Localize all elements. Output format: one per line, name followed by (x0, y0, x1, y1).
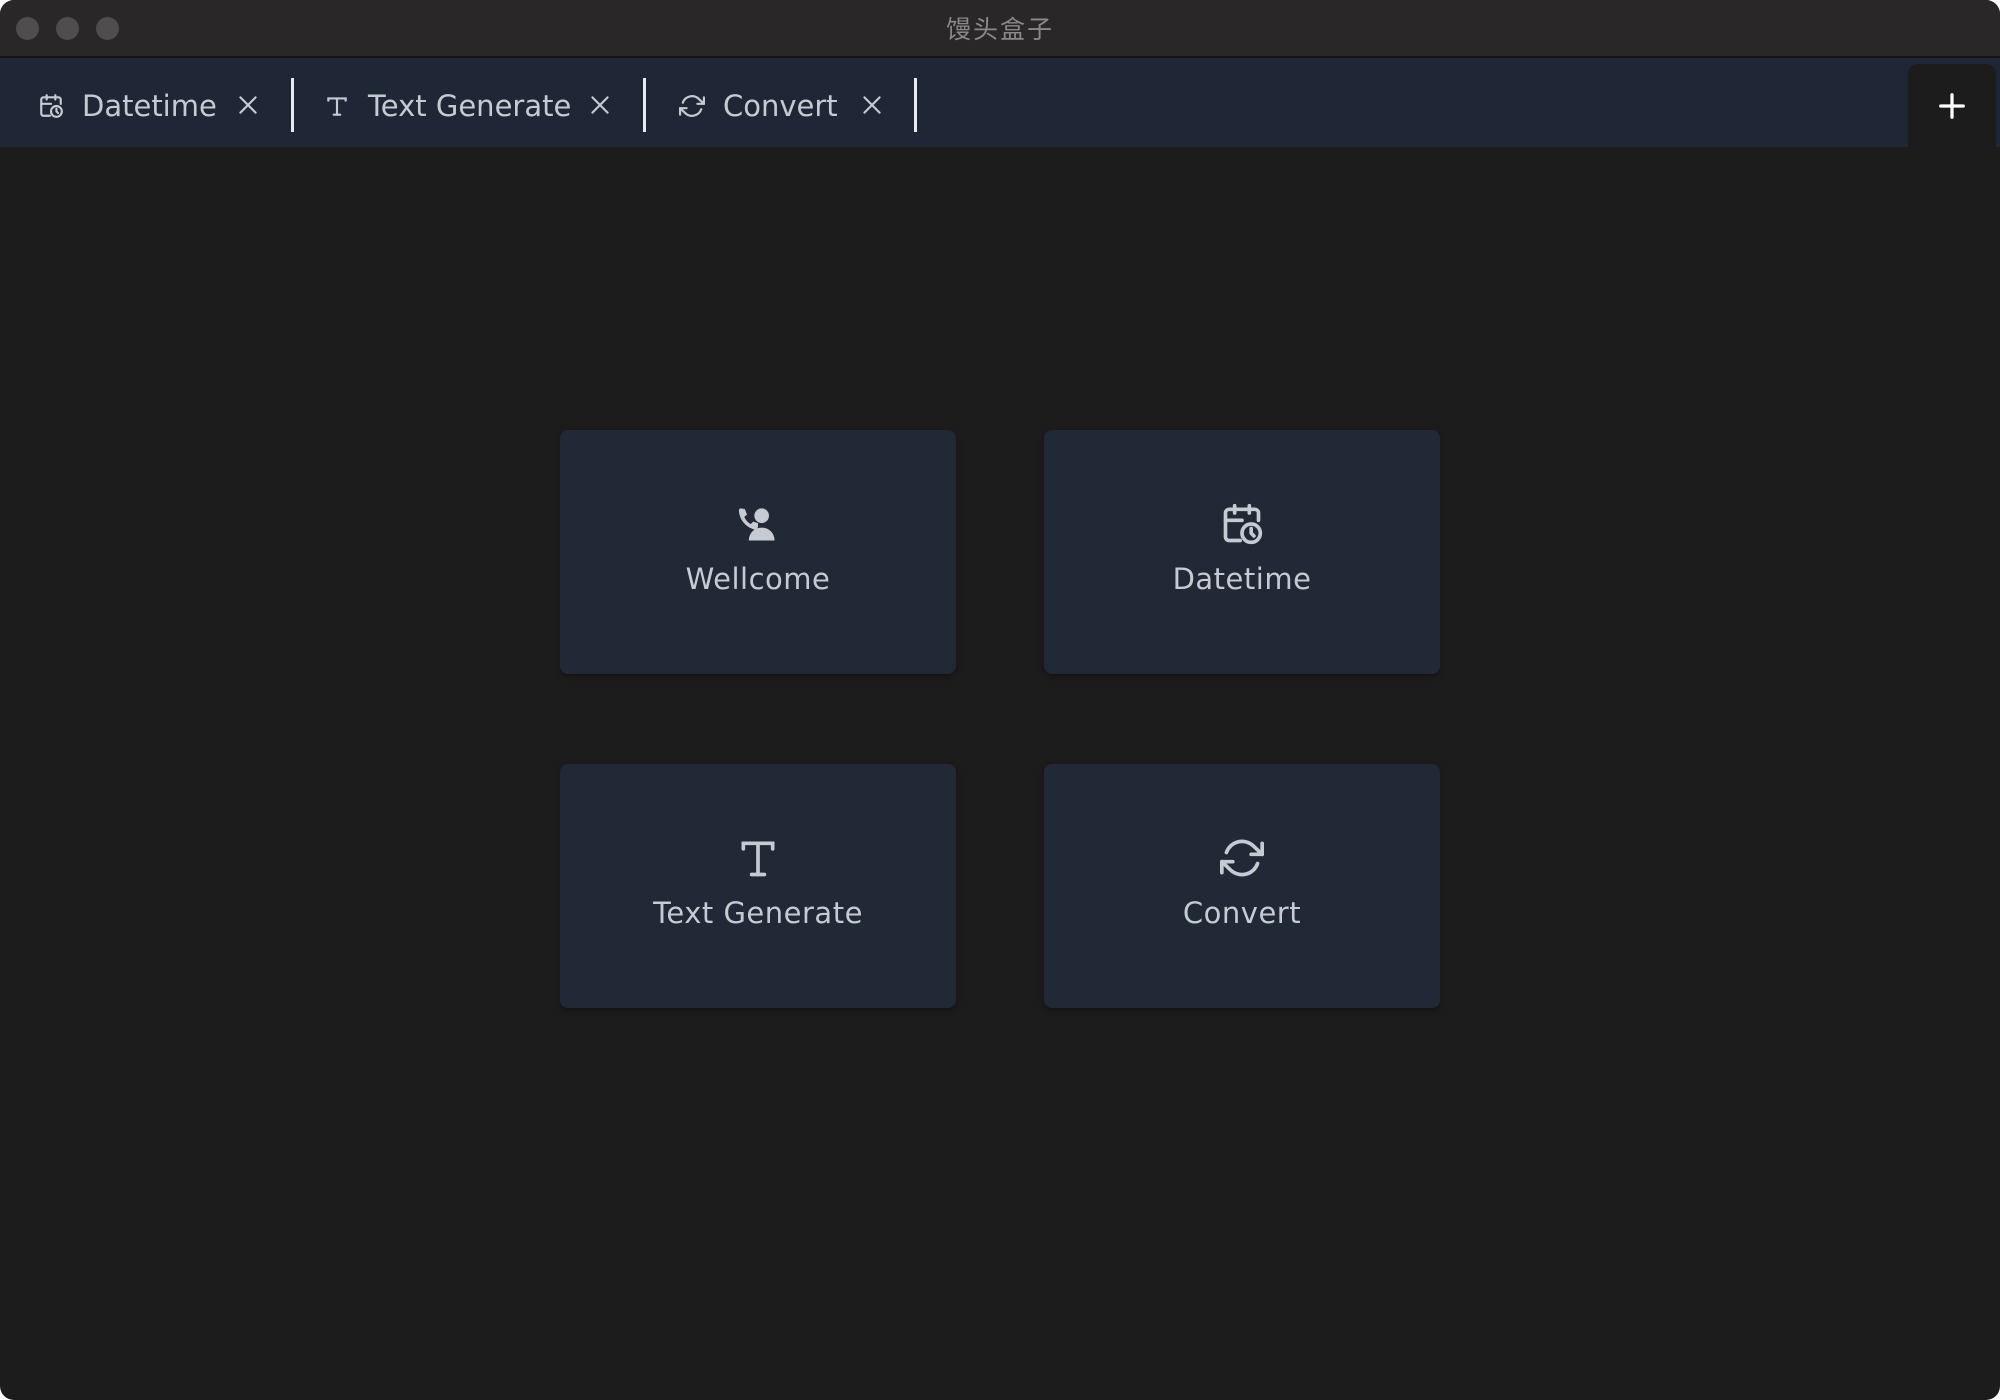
card-label: Wellcome (685, 562, 831, 596)
tab-divider (643, 78, 646, 132)
add-tab-button[interactable] (1908, 64, 1996, 147)
tab-datetime[interactable]: Datetime (38, 78, 217, 134)
close-tab-icon[interactable] (587, 92, 613, 118)
close-tab-icon[interactable] (235, 92, 261, 118)
card-label: Datetime (1172, 562, 1312, 596)
refresh-icon (679, 93, 705, 119)
card-text-generate[interactable]: Text Generate (560, 764, 956, 1008)
tab-convert[interactable]: Convert (679, 78, 838, 134)
refresh-icon (1044, 836, 1440, 882)
user-welcome-icon (560, 502, 956, 548)
tab-label: Text Generate (368, 89, 572, 123)
calendar-clock-icon (38, 93, 64, 119)
tab-bar: Datetime Text Generate Convert (0, 58, 2000, 147)
text-icon (560, 836, 956, 882)
tab-text-generate[interactable]: Text Generate (324, 78, 571, 134)
title-bar: 馒头盒子 (0, 0, 2000, 58)
text-icon (324, 93, 350, 119)
window-title: 馒头盒子 (945, 15, 1054, 44)
tab-divider (291, 78, 294, 132)
plus-icon (1939, 92, 1965, 119)
card-label: Text Generate (653, 896, 863, 930)
app-window: 馒头盒子 Datetime Text Generate Convert Well… (0, 0, 2000, 1400)
card-wellcome[interactable]: Wellcome (560, 430, 956, 674)
close-tab-icon[interactable] (859, 92, 885, 118)
tab-label: Convert (723, 89, 838, 123)
card-convert[interactable]: Convert (1044, 764, 1440, 1008)
card-label: Convert (1182, 896, 1302, 930)
tab-divider (914, 78, 917, 132)
tab-label: Datetime (82, 89, 217, 123)
calendar-clock-icon (1044, 502, 1440, 548)
card-datetime[interactable]: Datetime (1044, 430, 1440, 674)
